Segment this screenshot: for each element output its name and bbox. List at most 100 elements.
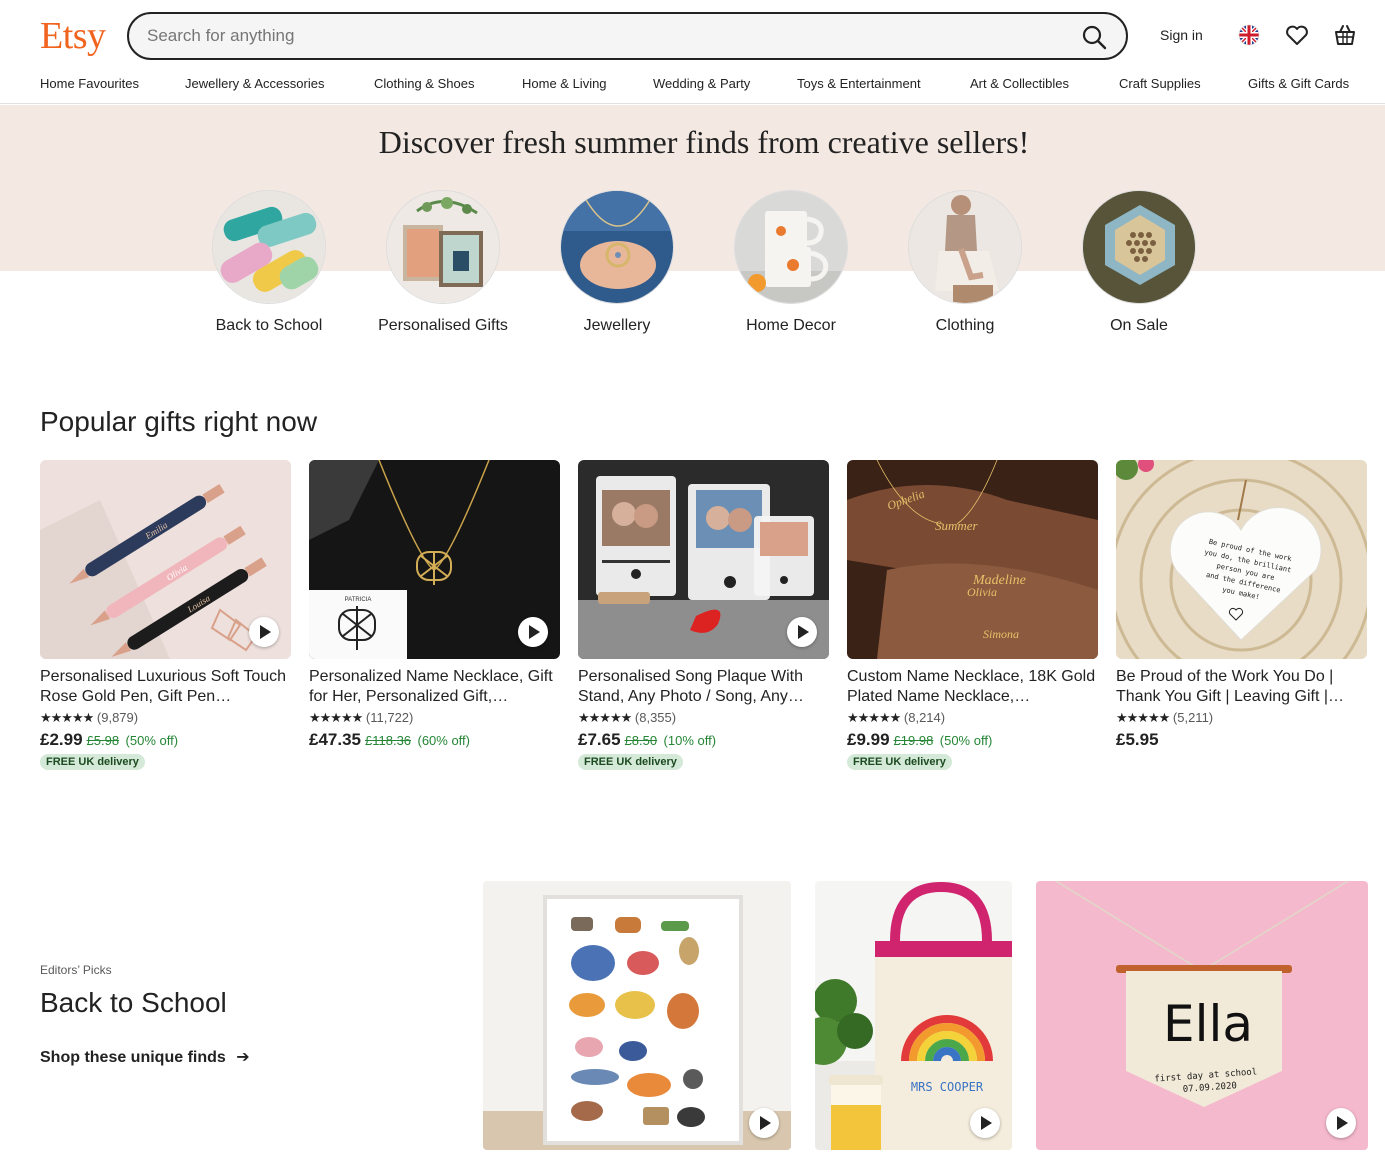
editors-pick-name-banner[interactable]: Ella first day at school 07.09.2020 [1036,881,1368,1150]
play-video-button[interactable] [970,1108,1000,1138]
discount: (10% off) [663,733,717,748]
nav-clothing-shoes[interactable]: Clothing & Shoes [374,76,474,91]
search-icon[interactable] [1080,23,1108,51]
play-video-button[interactable] [518,617,548,647]
product-card[interactable]: PATRICIA Personalized Name Necklace, Gif… [309,460,560,752]
product-title[interactable]: Personalised Luxurious Soft Touch Rose G… [40,667,291,707]
search-bar[interactable] [127,12,1128,60]
price-row: £7.65 £8.50 (10% off) [578,730,829,752]
review-count: (5,211) [1172,710,1214,725]
shop-unique-finds-link[interactable]: Shop these unique finds ➔ [40,1047,250,1067]
stars-icon: ★★★★★ [309,710,363,725]
etsy-logo[interactable]: Etsy [40,14,106,58]
original-price: £8.50 [624,733,658,748]
editors-picks-title: Back to School [40,987,227,1018]
price: £5.95 [1116,730,1159,749]
circle-back-to-school[interactable]: Back to School [199,190,339,336]
circle-label: Back to School [215,317,323,334]
product-title[interactable]: Personalised Song Plaque With Stand, Any… [578,667,829,707]
product-rating: ★★★★★ (9,879) [40,710,291,728]
review-count: (9,879) [96,710,139,725]
uk-flag-icon[interactable] [1236,22,1262,48]
price: £9.99 [847,730,890,749]
necklace-name: Simona [983,627,1019,641]
product-card[interactable]: Ophelia Summer Madeline Olivia Simona Cu… [847,460,1098,770]
necklace-name: Olivia [967,585,997,599]
editors-pick-teacher-bag[interactable]: MRS COOPER [815,881,1012,1150]
product-rating: ★★★★★ (5,211) [1116,710,1367,728]
price-row: £2.99 £5.98 (50% off) [40,730,291,752]
circle-label: Clothing [935,317,995,334]
product-title[interactable]: Custom Name Necklace, 18K Gold Plated Na… [847,667,1098,707]
product-image [578,460,829,659]
heart-favourites-icon[interactable] [1284,22,1310,48]
discount: (50% off) [939,733,993,748]
review-count: (8,355) [634,710,677,725]
arrow-right-icon: ➔ [236,1049,250,1066]
stars-icon: ★★★★★ [578,710,632,725]
product-image: PATRICIA [309,460,560,659]
stars-icon: ★★★★★ [847,710,901,725]
circle-label: Jewellery [583,317,651,334]
card-name-text: PATRICIA [345,597,372,603]
review-count: (8,214) [903,710,946,725]
product-card[interactable]: Be proud of the work you do, the brillia… [1116,460,1367,752]
play-video-button[interactable] [1326,1108,1356,1138]
nav-jewellery-accessories[interactable]: Jewellery & Accessories [185,76,324,91]
nav-art-collectibles[interactable]: Art & Collectibles [970,76,1069,91]
link-label: Shop these unique finds [40,1049,226,1066]
product-rating: ★★★★★ (11,722) [309,710,560,728]
jewellery-image [560,190,674,304]
product-card[interactable]: Personalised Song Plaque With Stand, Any… [578,460,829,770]
circle-jewellery[interactable]: Jewellery [547,190,687,336]
nav-gifts-gift-cards[interactable]: Gifts & Gift Cards [1248,76,1349,91]
nav-home-favourites[interactable]: Home Favourites [40,76,139,91]
clothing-image [908,190,1022,304]
nav-toys-entertainment[interactable]: Toys & Entertainment [797,76,921,91]
nav-home-living[interactable]: Home & Living [522,76,607,91]
product-rating: ★★★★★ (8,355) [578,710,829,728]
stars-icon: ★★★★★ [40,710,94,725]
original-price: £19.98 [893,733,934,748]
popular-gifts-title: Popular gifts right now [40,406,318,437]
necklace-name: Summer [935,518,979,533]
product-image: Ophelia Summer Madeline Olivia Simona [847,460,1098,659]
nav-wedding-party[interactable]: Wedding & Party [653,76,750,91]
free-delivery-badge: FREE UK delivery [847,754,952,770]
price: £2.99 [40,730,83,749]
product-image: Be proud of the work you do, the brillia… [1116,460,1367,659]
sign-in-link[interactable]: Sign in [1160,27,1203,43]
original-price: £5.98 [86,733,120,748]
editors-pick-alphabet-print[interactable] [483,881,791,1150]
circle-personalised-gifts[interactable]: Personalised Gifts [373,190,513,336]
back-to-school-image [212,190,326,304]
price-row: £9.99 £19.98 (50% off) [847,730,1098,752]
play-video-button[interactable] [249,617,279,647]
personalised-gifts-image [386,190,500,304]
product-title[interactable]: Be Proud of the Work You Do | Thank You … [1116,667,1367,707]
product-title[interactable]: Personalized Name Necklace, Gift for Her… [309,667,560,707]
product-image: Emilia Olivia Louisa [40,460,291,659]
product-card[interactable]: Emilia Olivia Louisa Personalised Luxuri… [40,460,291,770]
discount: (50% off) [125,733,179,748]
basket-icon[interactable] [1332,22,1358,48]
home-decor-image [734,190,848,304]
discount: (60% off) [417,733,470,748]
play-video-button[interactable] [787,617,817,647]
stars-icon: ★★★★★ [1116,710,1170,725]
circle-clothing[interactable]: Clothing [895,190,1035,336]
circle-home-decor[interactable]: Home Decor [721,190,861,336]
price: £47.35 [309,730,361,749]
category-nav: Home Favourites Jewellery & Accessories … [0,76,1385,96]
banner-name: Ella [1163,995,1253,1053]
circle-label: On Sale [1110,317,1168,334]
review-count: (11,722) [365,710,414,725]
circle-on-sale[interactable]: On Sale [1069,190,1209,336]
search-input[interactable] [147,25,1047,47]
bag-name-text: MRS COOPER [911,1080,984,1094]
circle-label: Home Decor [746,317,836,334]
play-video-button[interactable] [749,1108,779,1138]
price-row: £47.35 £118.36 (60% off) [309,730,560,752]
price-row: £5.95 [1116,730,1367,752]
nav-craft-supplies[interactable]: Craft Supplies [1119,76,1201,91]
